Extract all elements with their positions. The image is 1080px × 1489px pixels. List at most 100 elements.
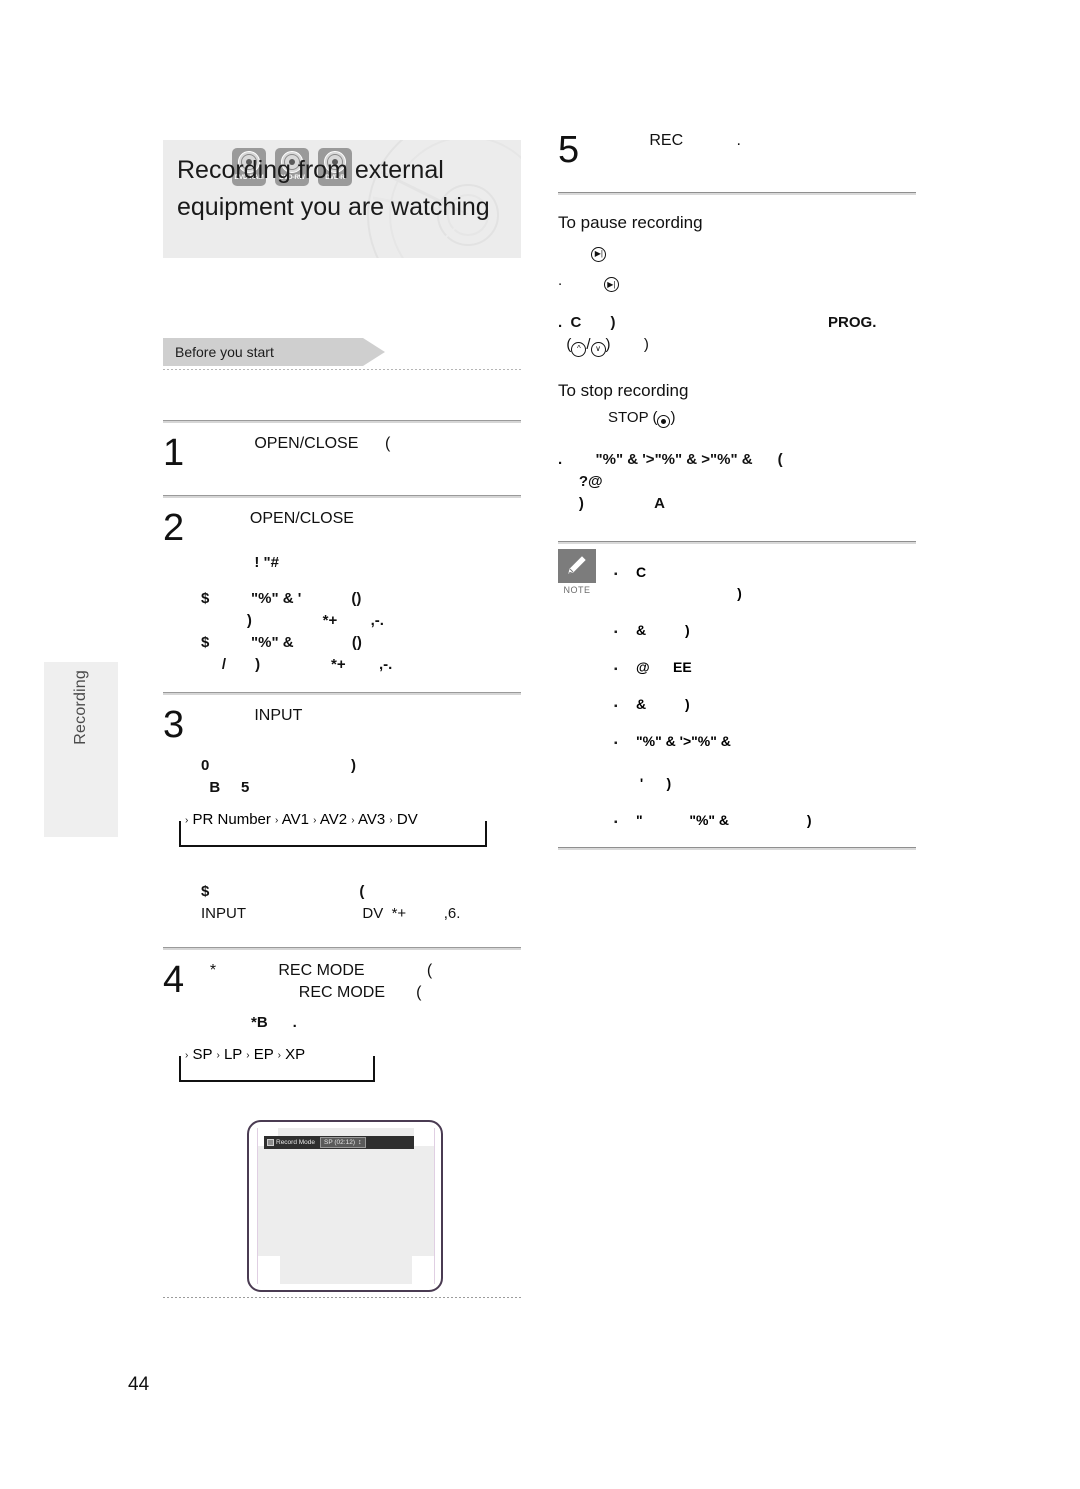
note-bullet-icon: ▪ [614, 700, 618, 712]
step-3-after-line-2: INPUT DV *+ ,6. [201, 905, 461, 922]
note-item-text: "%" & '>"%" & ' ) [636, 732, 731, 791]
pencil-icon-svg [568, 555, 586, 574]
step-3-line-2: B 5 [201, 779, 250, 796]
step-4-head: * REC MODE ( [201, 962, 433, 979]
stop-line: STOP () [558, 407, 916, 429]
step-4-head-2: REC MODE ( [201, 984, 422, 1001]
page-number: 44 [128, 1374, 150, 1395]
prog-line-2: (^ / ∨) ) [558, 334, 916, 357]
cycle-arrow-icon: › [313, 815, 317, 826]
page-header: Recording from external equipment you ar… [163, 140, 521, 258]
manual-page: Recording Recording from external equipm… [0, 0, 1080, 1489]
cycle-arrow-icon: › [389, 815, 393, 826]
cycle-item-av1: AV1 [281, 811, 309, 828]
step-3-number: 3 [163, 704, 185, 746]
section-tab-label: Recording [72, 670, 89, 745]
input-cycle-box: › PR Number › AV1 › AV2 › AV3 › DV [179, 810, 487, 847]
stop-note-line-3: ) A [558, 494, 665, 512]
note-item: ▪ @ EE [614, 657, 916, 678]
step-2-line-3: ) *+ ,-. [201, 612, 384, 629]
note-item-text: C ) [636, 563, 742, 601]
osd-record-mode-bar: Record Mode SP (02:12) ↕ [264, 1136, 414, 1149]
cycle-arrow-icon: › [277, 1050, 281, 1061]
cycle-arrow-icon: › [275, 815, 279, 826]
prog-up-icon: ^ [571, 341, 587, 357]
before-you-start-block: Before you start [163, 338, 521, 371]
step-2-line-5: / ) *+ ,-. [201, 656, 393, 673]
step-4-line-1: *B . [201, 1014, 297, 1031]
note-item-text: @ EE [636, 658, 692, 675]
osd-disc-icon [267, 1139, 274, 1146]
pause-line-2: . ▶| [558, 270, 916, 292]
cycle-item-xp: XP [285, 1046, 306, 1063]
cycle-item-pr-number: PR Number [192, 811, 271, 828]
step-5-head: REC . [596, 132, 741, 149]
cycle-item-lp: LP [223, 1046, 243, 1063]
divider-step3 [163, 692, 521, 695]
osd-value-field[interactable]: SP (02:12) ↕ [320, 1137, 366, 1148]
divider-step2 [163, 495, 521, 498]
note-list: ▪ C ) ▪ & ) ▪ @ EE ▪ & ) ▪ "%" & '>"%" & ' ) … [558, 544, 916, 831]
note-item-text: & ) [636, 695, 690, 712]
updown-arrow-icon: ↕ [358, 1139, 362, 1146]
note-badge: NOTE [558, 548, 596, 595]
step-1: 1 OPEN/CLOSE ( [163, 433, 521, 495]
cycle-arrow-icon: › [185, 815, 189, 826]
tv-corner [258, 1256, 280, 1284]
cycle-arrow-icon: › [351, 815, 355, 826]
stop-label-end: ) [670, 408, 676, 426]
bottom-divider [163, 1297, 521, 1299]
prog-down-icon: ∨ [590, 341, 606, 357]
left-column: Recording from external equipment you ar… [163, 140, 521, 1082]
note-item-text: " "%" & ) [636, 811, 812, 828]
note-item: ▪ & ) [614, 620, 916, 641]
right-column: 5 REC . To pause recording ▶| . ▶| . C )… [558, 130, 916, 850]
stop-note-line-1: . "%" & '>"%" & >"%" & ( [558, 450, 783, 468]
step-4-number: 4 [163, 959, 185, 1001]
note-bullet-icon: ▪ [614, 626, 618, 638]
pause-icon: ▶| [591, 246, 607, 262]
pause-icon: ▶| [603, 277, 619, 292]
step-1-head: OPEN/CLOSE ( [201, 435, 391, 452]
prog-slash: / [586, 336, 591, 353]
step-3-line-1: 0 ) [201, 757, 357, 774]
step-2-line-2: $ "%" & ' () [201, 590, 362, 607]
note-bullet-icon: ▪ [614, 737, 618, 749]
cycle-arrow-icon: › [216, 1050, 220, 1061]
cycle-item-sp: SP [192, 1046, 213, 1063]
note-item: ▪ & ) [614, 694, 916, 715]
page-title: Recording from external equipment you ar… [177, 156, 490, 221]
step-2: 2 OPEN/CLOSE ! "# $ "%" & ' () ) *+ ,-. … [163, 508, 521, 676]
step-4: 4 * REC MODE ( REC MODE ( *B . › SP › LP… [163, 960, 521, 1082]
note-item-text: & ) [636, 621, 690, 638]
step-3-head: INPUT [201, 707, 303, 724]
prog-line-1: . C ) PROG. [558, 314, 877, 331]
divider-step4 [163, 947, 521, 950]
before-you-start-underline [163, 369, 521, 371]
step-2-line-4: $ "%" & () [201, 634, 362, 651]
pencil-icon [558, 548, 596, 583]
note-item: ▪ "%" & '>"%" & ' ) [614, 731, 916, 794]
stop-note-line-2: ?@ [558, 472, 603, 490]
section-tab: Recording [44, 662, 118, 837]
input-cycle-items: › PR Number › AV1 › AV2 › AV3 › DV [181, 810, 485, 831]
tv-screen [257, 1128, 435, 1284]
tv-corner [412, 1256, 434, 1284]
step-1-number: 1 [163, 432, 185, 474]
note-bullet-icon: ▪ [614, 568, 618, 580]
recmode-cycle-items: › SP › LP › EP › XP [181, 1045, 373, 1066]
pause-line-1-prefix [558, 241, 591, 258]
step-3: 3 INPUT 0 ) B 5 › PR Number › AV1 › AV2 … [163, 705, 521, 925]
prog-line-2-suffix: ) ) [605, 336, 649, 353]
cycle-item-dv: DV [396, 811, 418, 828]
pause-line-2-prefix: . [558, 271, 604, 289]
osd-value-text: SP (02:12) [324, 1139, 355, 1146]
step-3-after-line-1: $ ( [201, 883, 365, 900]
step-5: 5 REC . [558, 130, 916, 192]
cycle-arrow-icon: › [246, 1050, 250, 1061]
cycle-item-ep: EP [253, 1046, 274, 1063]
divider-note-bottom [558, 846, 916, 850]
note-badge-label: NOTE [563, 584, 591, 595]
divider-step1 [163, 420, 521, 423]
prog-line-2-prefix: ( [558, 336, 572, 353]
